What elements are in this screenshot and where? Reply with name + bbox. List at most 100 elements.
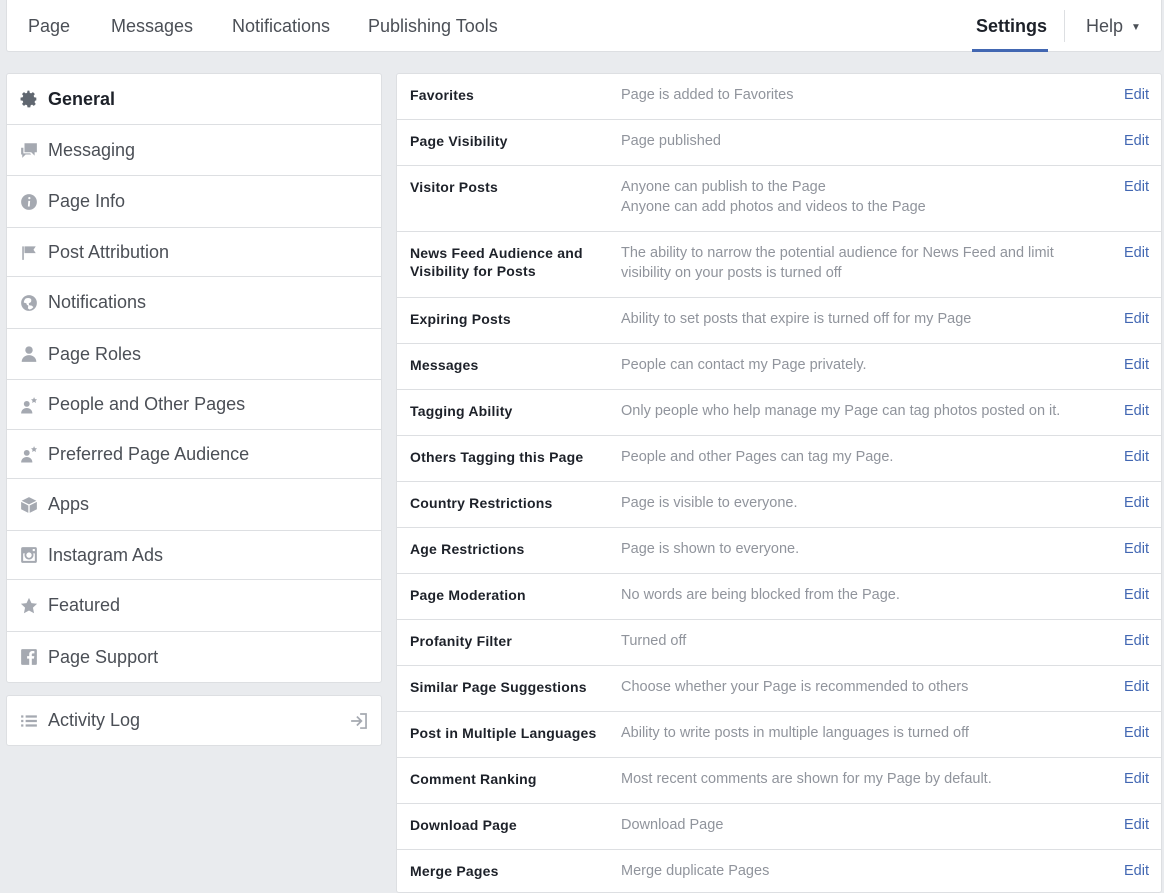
setting-value: Most recent comments are shown for my Pa… xyxy=(621,769,1091,789)
sidebar-item-label: People and Other Pages xyxy=(48,394,246,414)
sidebar-item-label: Featured xyxy=(48,595,121,615)
sidebar-item-page-support[interactable]: Page Support xyxy=(7,632,381,682)
edit-link[interactable]: Edit xyxy=(1124,493,1149,513)
tab-publishing-tools[interactable]: Publishing Tools xyxy=(368,0,498,52)
sidebar-item-page-roles[interactable]: Page Roles xyxy=(7,329,381,380)
edit-link[interactable]: Edit xyxy=(1124,539,1149,559)
setting-label: Similar Page Suggestions xyxy=(410,679,587,695)
setting-value: Anyone can publish to the Page Anyone can… xyxy=(621,177,1091,217)
settings-row[interactable]: Download Page Download Page Edit xyxy=(397,804,1161,850)
edit-link[interactable]: Edit xyxy=(1124,309,1149,329)
sidebar-item-apps[interactable]: Apps xyxy=(7,479,381,531)
tab-help[interactable]: Help ▼ xyxy=(1086,0,1141,52)
setting-value-line: Choose whether your Page is recommended … xyxy=(621,679,969,695)
setting-label: Country Restrictions xyxy=(410,495,553,511)
nav-divider xyxy=(1064,10,1065,42)
sidebar-item-featured[interactable]: Featured xyxy=(7,580,381,632)
tab-notifications[interactable]: Notifications xyxy=(232,0,330,52)
sidebar-item-label: Page Roles xyxy=(48,343,142,364)
settings-row[interactable]: Merge Pages Merge duplicate Pages Edit xyxy=(397,850,1161,892)
edit-link[interactable]: Edit xyxy=(1124,861,1149,881)
settings-row[interactable]: Similar Page Suggestions Choose whether y… xyxy=(397,666,1161,712)
settings-row[interactable]: Page Visibility Page published Edit xyxy=(397,120,1161,166)
sidebar-item-messaging[interactable]: Messaging xyxy=(7,125,381,176)
setting-label: Tagging Ability xyxy=(410,403,513,419)
settings-row[interactable]: Messages People can contact my Page priva… xyxy=(397,344,1161,390)
setting-value-line: Download Page xyxy=(621,817,724,833)
sidebar-item-label: Preferred Page Audience xyxy=(48,443,250,464)
setting-label: Post in Multiple Languages xyxy=(410,725,597,741)
activity-log-label: Activity Log xyxy=(48,710,141,730)
sidebar-item-instagram-ads[interactable]: Instagram Ads xyxy=(7,531,381,580)
setting-value: Ability to set posts that expire is turn… xyxy=(621,309,1091,329)
edit-link[interactable]: Edit xyxy=(1124,447,1149,467)
setting-value-line: Ability to set posts that expire is turn… xyxy=(621,311,972,327)
setting-value: Choose whether your Page is recommended … xyxy=(621,677,1091,697)
sidebar-item-people-and-other-pages[interactable]: People and Other Pages xyxy=(7,380,381,430)
sidebar-item-post-attribution[interactable]: Post Attribution xyxy=(7,228,381,277)
settings-row[interactable]: Expiring Posts Ability to set posts that … xyxy=(397,298,1161,344)
setting-value: People and other Pages can tag my Page. xyxy=(621,447,1091,467)
settings-row[interactable]: Favorites Page is added to Favorites Edit xyxy=(397,74,1161,120)
settings-row[interactable]: Visitor Posts Anyone can publish to the P… xyxy=(397,166,1161,232)
edit-link[interactable]: Edit xyxy=(1124,243,1149,263)
sidebar-item-label: Page Info xyxy=(48,191,126,211)
setting-value-line: Most recent comments are shown for my Pa… xyxy=(621,771,992,787)
edit-link[interactable]: Edit xyxy=(1124,585,1149,605)
info-icon xyxy=(20,193,38,211)
setting-value: People can contact my Page privately. xyxy=(621,355,1091,375)
setting-label: Others Tagging this Page xyxy=(410,449,584,465)
settings-row[interactable]: Page Moderation No words are being blocke… xyxy=(397,574,1161,620)
setting-value: Download Page xyxy=(621,815,1091,835)
sidebar-item-label: Page Support xyxy=(48,646,159,667)
settings-row[interactable]: Profanity Filter Turned off Edit xyxy=(397,620,1161,666)
sidebar-item-notifications[interactable]: Notifications xyxy=(7,277,381,329)
sidebar-item-label: Messaging xyxy=(48,139,136,160)
edit-link[interactable]: Edit xyxy=(1124,177,1149,197)
setting-label: Download Page xyxy=(410,817,517,833)
tab-page[interactable]: Page xyxy=(28,0,70,52)
tab-messages[interactable]: Messages xyxy=(111,0,193,52)
caret-down-icon: ▼ xyxy=(1131,22,1141,33)
sidebar-item-label: Notifications xyxy=(48,292,147,312)
setting-label: Merge Pages xyxy=(410,863,499,879)
edit-link[interactable]: Edit xyxy=(1124,677,1149,697)
sidebar-item-page-info[interactable]: Page Info xyxy=(7,176,381,228)
setting-value-line: Only people who help manage my Page can … xyxy=(621,403,1061,419)
sidebar-item-general[interactable]: General xyxy=(7,74,381,125)
setting-value: Page is shown to everyone. xyxy=(621,539,1091,559)
edit-link[interactable]: Edit xyxy=(1124,85,1149,105)
settings-row[interactable]: Others Tagging this Page People and other… xyxy=(397,436,1161,482)
edit-link[interactable]: Edit xyxy=(1124,631,1149,651)
edit-link[interactable]: Edit xyxy=(1124,769,1149,789)
setting-label: Messages xyxy=(410,357,479,373)
setting-label: Comment Ranking xyxy=(410,771,537,787)
settings-row[interactable]: Comment Ranking Most recent comments are … xyxy=(397,758,1161,804)
setting-value-line: Turned off xyxy=(621,633,687,649)
settings-row[interactable]: Country Restrictions Page is visible to e… xyxy=(397,482,1161,528)
sidebar-item-preferred-page-audience[interactable]: Preferred Page Audience xyxy=(7,430,381,479)
setting-value-line: Anyone can publish to the Page xyxy=(621,179,826,195)
settings-row[interactable]: Tagging Ability Only people who help mana… xyxy=(397,390,1161,436)
settings-row[interactable]: Age Restrictions Page is shown to everyon… xyxy=(397,528,1161,574)
edit-link[interactable]: Edit xyxy=(1124,355,1149,375)
edit-link[interactable]: Edit xyxy=(1124,401,1149,421)
setting-value: The ability to narrow the potential audi… xyxy=(621,243,1091,283)
settings-row[interactable]: News Feed Audience and Visibility for Po… xyxy=(397,232,1161,298)
activity-log-button[interactable]: Activity Log xyxy=(6,695,382,746)
setting-label: News Feed Audience and Visibility for Po… xyxy=(410,245,583,279)
edit-link[interactable]: Edit xyxy=(1124,723,1149,743)
setting-label: Age Restrictions xyxy=(410,541,525,557)
setting-value: Merge duplicate Pages xyxy=(621,861,1091,881)
page-top-nav: Page Messages Notifications Publishing T… xyxy=(6,0,1162,52)
tab-settings[interactable]: Settings xyxy=(976,0,1047,52)
setting-value-line: No words are being blocked from the Page… xyxy=(621,587,900,603)
setting-value-line: Merge duplicate Pages xyxy=(621,863,770,879)
settings-row[interactable]: Post in Multiple Languages Ability to wri… xyxy=(397,712,1161,758)
edit-link[interactable]: Edit xyxy=(1124,131,1149,151)
instagram-icon xyxy=(20,546,38,564)
setting-value: Page published xyxy=(621,131,1091,151)
setting-value: Page is added to Favorites xyxy=(621,85,1091,105)
setting-value-line: The ability to narrow the potential audi… xyxy=(621,245,1054,281)
edit-link[interactable]: Edit xyxy=(1124,815,1149,835)
